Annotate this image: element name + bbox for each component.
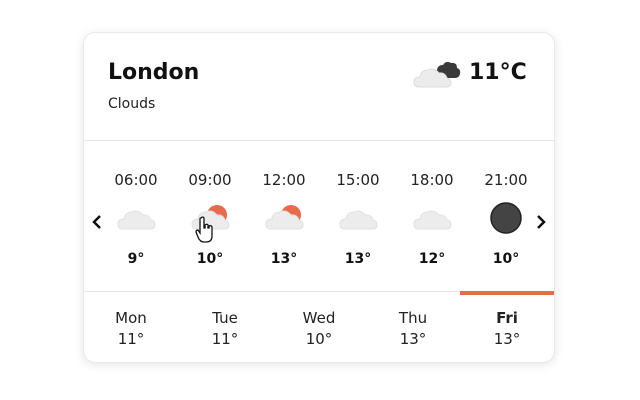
day-name: Mon — [115, 309, 147, 327]
hourly-time: 15:00 — [336, 171, 380, 189]
partly-cloudy-icon — [265, 205, 304, 230]
moon-icon — [490, 202, 522, 234]
day-name: Wed — [302, 309, 336, 327]
hand-cursor-icon — [195, 216, 213, 243]
hourly-temp: 10° — [492, 251, 520, 267]
current-temperature: 11°C — [469, 60, 527, 85]
hourly-time: 09:00 — [188, 171, 232, 189]
cloud-icon — [339, 210, 378, 230]
hourly-time: 06:00 — [114, 171, 158, 189]
cloud-icon — [413, 210, 452, 230]
day-temp: 13° — [399, 330, 427, 348]
cloud-icon — [117, 210, 156, 230]
day-temp: 11° — [117, 330, 145, 348]
hourly-temp: 9° — [127, 251, 145, 267]
chevron-right-icon[interactable] — [534, 213, 548, 231]
hourly-temp: 13° — [270, 251, 298, 267]
current-weather-header: London Clouds 11°C — [84, 33, 554, 141]
day-temp: 11° — [211, 330, 239, 348]
day-name: Tue — [212, 309, 238, 327]
day-temp: 13° — [493, 330, 521, 348]
hourly-time: 12:00 — [262, 171, 306, 189]
chevron-left-icon[interactable] — [90, 213, 104, 231]
hourly-time: 18:00 — [410, 171, 454, 189]
city-name: London — [108, 60, 200, 85]
day-name: Fri — [496, 309, 518, 327]
hourly-temp: 13° — [344, 251, 372, 267]
weather-card: London Clouds 11°C 06:00 9° 09:00 10° 12… — [83, 32, 555, 363]
hourly-temp: 12° — [418, 251, 446, 267]
daily-forecast: Mon 11° Tue 11° Wed 10° Thu 13° Fri 13° — [84, 292, 554, 362]
active-day-indicator — [460, 291, 554, 295]
day-temp: 10° — [305, 330, 333, 348]
cloudy-icon — [413, 61, 461, 88]
current-condition: Clouds — [108, 96, 156, 112]
hourly-time: 21:00 — [484, 171, 528, 189]
day-name: Thu — [398, 309, 428, 327]
hourly-forecast: 06:00 9° 09:00 10° 12:00 13° 15:00 13° 1… — [84, 141, 554, 292]
hourly-temp: 10° — [196, 251, 224, 267]
